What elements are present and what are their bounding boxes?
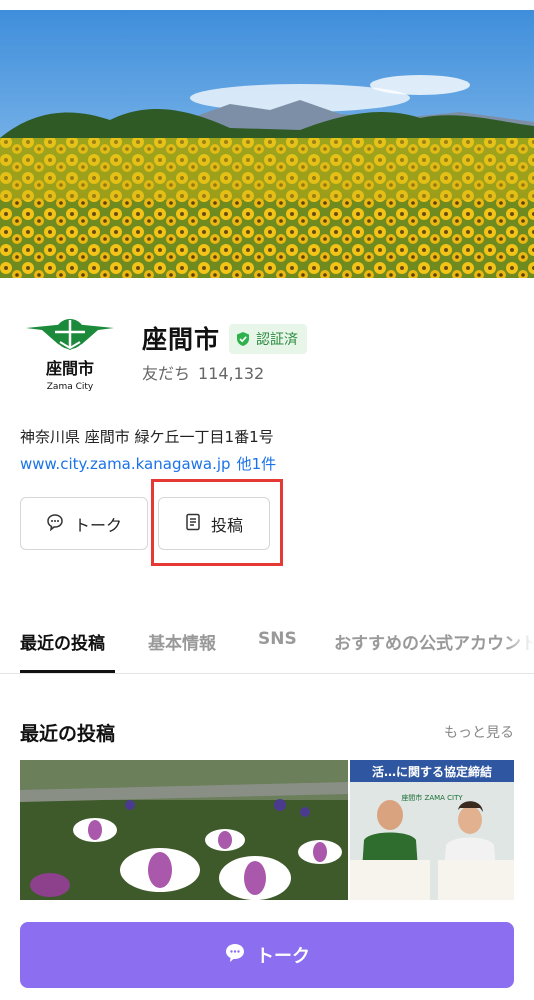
talk-cta-label: トーク bbox=[256, 946, 310, 967]
talk-cta-button[interactable]: トーク bbox=[20, 922, 514, 988]
verified-label: 認証済 bbox=[256, 332, 298, 348]
friends-label: 友だち bbox=[142, 364, 191, 383]
post2-caption: 座間市 ZAMA CITY bbox=[401, 793, 463, 802]
logo-text: 座間市 bbox=[45, 359, 94, 378]
tab-sns[interactable]: SNS bbox=[258, 629, 297, 649]
post2-banner-text: 活…に関する協定締結 bbox=[372, 764, 492, 779]
verified-badge: 認証済 bbox=[229, 324, 307, 354]
website-more-link[interactable]: 他1件 bbox=[237, 455, 277, 473]
highlight-box bbox=[151, 479, 283, 566]
website-url[interactable]: www.city.zama.kanagawa.jp bbox=[20, 455, 231, 473]
tab-recent-posts[interactable]: 最近の投稿 bbox=[20, 629, 105, 654]
post-thumbnail-1[interactable] bbox=[20, 760, 348, 900]
account-logo: 座間市 Zama City bbox=[20, 310, 120, 398]
cover-image[interactable] bbox=[0, 10, 534, 278]
recent-posts-title: 最近の投稿 bbox=[20, 723, 116, 745]
account-name: 座間市 bbox=[142, 325, 221, 354]
friends-number: 114,132 bbox=[198, 364, 265, 383]
talk-button-label: トーク bbox=[73, 515, 122, 535]
logo-subtext: Zama City bbox=[47, 382, 94, 392]
active-tab-indicator bbox=[20, 670, 115, 673]
address-text: 神奈川県 座間市 緑ケ丘一丁目1番1号 bbox=[20, 428, 274, 446]
tab-fade-overlay bbox=[504, 620, 534, 672]
talk-button[interactable]: トーク bbox=[20, 497, 148, 550]
see-more-link[interactable]: もっと見る bbox=[444, 722, 514, 742]
tab-basic-info[interactable]: 基本情報 bbox=[148, 629, 216, 654]
shield-check-icon bbox=[236, 332, 250, 346]
chat-bubble-icon bbox=[46, 513, 64, 535]
website-link[interactable]: www.city.zama.kanagawa.jp 他1件 bbox=[20, 453, 276, 474]
status-strip bbox=[0, 0, 534, 10]
post-thumbnail-2[interactable]: 活…に関する協定締結 座間市 ZAMA CITY bbox=[350, 760, 514, 900]
friends-count: 友だち 114,132 bbox=[142, 360, 264, 384]
chat-bubble-icon bbox=[224, 942, 246, 969]
tab-bar: 最近の投稿 基本情報 SNS おすすめの公式アカウント bbox=[0, 620, 534, 674]
